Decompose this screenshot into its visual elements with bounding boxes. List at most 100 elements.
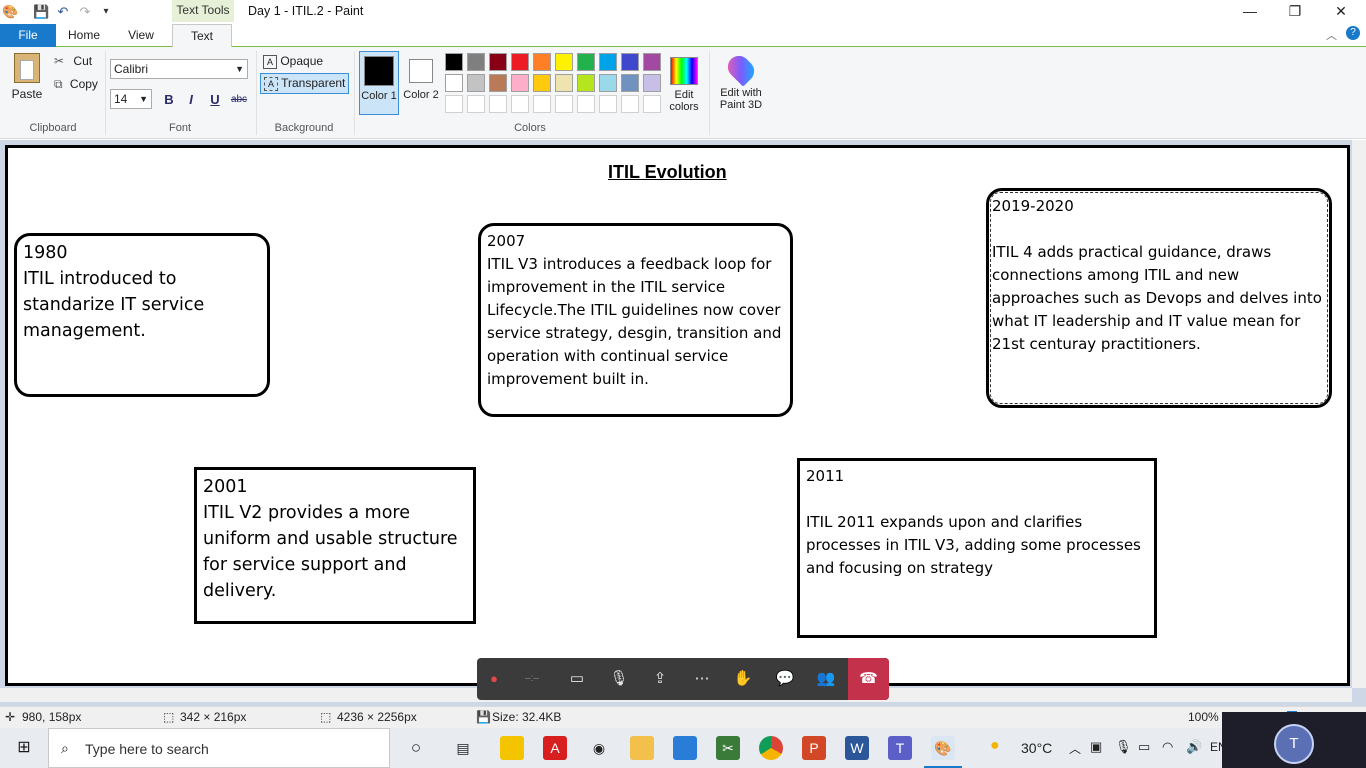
palette-swatch[interactable]: [577, 74, 595, 92]
powerpoint-icon[interactable]: P: [802, 736, 826, 760]
palette-swatch[interactable]: [599, 53, 617, 71]
more-options-icon[interactable]: ⋯: [682, 658, 722, 700]
hang-up-icon[interactable]: ☎: [848, 658, 889, 700]
palette-swatch[interactable]: [445, 74, 463, 92]
palette-swatch[interactable]: [467, 74, 485, 92]
palette-swatch[interactable]: [577, 53, 595, 71]
task-view-icon[interactable]: ▤: [451, 736, 475, 760]
help-icon[interactable]: ?: [1346, 26, 1360, 40]
wifi-icon[interactable]: ◠: [1162, 739, 1173, 755]
palette-swatch[interactable]: [555, 95, 573, 113]
ribbon: Paste ✂ Cut ⧉ Copy Clipboard Calibri ▼ 1…: [0, 47, 1366, 139]
palette-swatch[interactable]: [555, 74, 573, 92]
palette-swatch[interactable]: [467, 95, 485, 113]
edit-with-paint3d-button[interactable]: Edit with Paint 3D: [714, 51, 768, 115]
file-size: Size: 32.4KB: [492, 710, 562, 724]
palette-swatch[interactable]: [643, 95, 661, 113]
underline-button[interactable]: U: [205, 91, 225, 109]
raise-hand-icon[interactable]: ✋: [723, 658, 763, 700]
card-2001: 2001 ITIL V2 provides a more uniform and…: [194, 467, 476, 624]
tab-text[interactable]: Text: [172, 24, 232, 48]
palette-swatch[interactable]: [643, 53, 661, 71]
palette-swatch[interactable]: [599, 74, 617, 92]
weather-temp[interactable]: 30°C: [1021, 740, 1052, 756]
palette-swatch[interactable]: [533, 74, 551, 92]
bold-button[interactable]: B: [159, 91, 179, 109]
undo-icon[interactable]: ↶: [55, 4, 71, 20]
palette-swatch[interactable]: [445, 95, 463, 113]
show-hidden-icons-icon[interactable]: ︿: [1069, 740, 1081, 757]
palette-swatch[interactable]: [489, 74, 507, 92]
palette-swatch[interactable]: [621, 95, 639, 113]
file-explorer-icon[interactable]: [630, 736, 654, 760]
tab-view[interactable]: View: [114, 24, 168, 47]
color2-swatch: [409, 59, 433, 83]
strikethrough-button[interactable]: abc: [229, 91, 249, 109]
color2-button[interactable]: Color 2: [401, 51, 441, 115]
snipping-tool-icon[interactable]: ✂: [716, 736, 740, 760]
redo-icon[interactable]: ↷: [77, 4, 93, 20]
windows-start-icon[interactable]: ⊞: [12, 736, 36, 760]
taskbar-search[interactable]: ⌕ Type here to search: [48, 728, 390, 768]
word-icon[interactable]: W: [845, 736, 869, 760]
acrobat-icon[interactable]: A: [543, 736, 567, 760]
share-screen-icon[interactable]: ⇪: [640, 658, 680, 700]
meet-now-icon[interactable]: ▣: [1090, 739, 1102, 755]
palette-swatch[interactable]: [467, 53, 485, 71]
weather-icon[interactable]: ●: [990, 737, 1000, 755]
tab-home[interactable]: Home: [58, 24, 110, 47]
color1-button[interactable]: Color 1: [359, 51, 399, 115]
paste-button[interactable]: Paste: [8, 51, 46, 107]
palette-swatch[interactable]: [511, 53, 529, 71]
paint-taskbar-icon[interactable]: 🎨: [931, 736, 955, 760]
palette-swatch[interactable]: [621, 53, 639, 71]
tab-file[interactable]: File: [0, 24, 56, 47]
font-size-select[interactable]: 14 ▼: [110, 89, 152, 109]
microphone-icon[interactable]: 🎙: [1115, 739, 1132, 755]
palette-swatch[interactable]: [621, 74, 639, 92]
palette-swatch[interactable]: [577, 95, 595, 113]
text-selection-box[interactable]: [990, 192, 1328, 404]
drawing-canvas[interactable]: ITIL Evolution 1980 ITIL introduced to s…: [5, 145, 1350, 686]
paint-app-icon[interactable]: 🎨: [2, 4, 18, 20]
palette-swatch[interactable]: [511, 74, 529, 92]
media-icon[interactable]: ◉: [587, 736, 611, 760]
cortana-icon[interactable]: ○: [404, 736, 428, 760]
selection-size: 342 × 216px: [180, 710, 247, 724]
palette-swatch[interactable]: [533, 95, 551, 113]
cut-button[interactable]: ✂ Cut: [54, 54, 92, 68]
mic-off-icon[interactable]: 🎙: [599, 658, 639, 700]
palette-swatch[interactable]: [533, 53, 551, 71]
camera-off-icon[interactable]: ▭: [557, 658, 597, 700]
collapse-ribbon-icon[interactable]: ︿: [1326, 27, 1337, 43]
palette-swatch[interactable]: [489, 95, 507, 113]
chrome-icon[interactable]: [759, 736, 783, 760]
palette-swatch[interactable]: [643, 74, 661, 92]
palette-swatch[interactable]: [445, 53, 463, 71]
recording-icon[interactable]: ●: [477, 658, 511, 700]
copy-button[interactable]: ⧉ Copy: [54, 77, 98, 92]
font-family-select[interactable]: Calibri ▼: [110, 59, 248, 79]
opaque-button[interactable]: A Opaque: [263, 54, 323, 69]
transparent-button[interactable]: A Transparent: [260, 73, 350, 94]
restore-button[interactable]: ❐: [1272, 0, 1318, 22]
close-button[interactable]: ✕: [1318, 0, 1364, 22]
participants-icon[interactable]: 👥: [806, 658, 846, 700]
customize-quick-access-icon[interactable]: ▾: [98, 4, 114, 20]
palette-swatch[interactable]: [511, 95, 529, 113]
volume-icon[interactable]: 🔊: [1186, 739, 1202, 755]
battery-icon[interactable]: ▭: [1138, 739, 1150, 755]
palette-swatch[interactable]: [555, 53, 573, 71]
chat-icon[interactable]: 💬: [765, 658, 805, 700]
palette-swatch[interactable]: [599, 95, 617, 113]
palette-swatch[interactable]: [489, 53, 507, 71]
card-2019-2020[interactable]: 2019-2020 ITIL 4 adds practical guidance…: [986, 188, 1332, 408]
edit-colors-button[interactable]: Edit colors: [662, 51, 706, 115]
minimize-button[interactable]: —: [1227, 0, 1273, 22]
photos-icon[interactable]: [673, 736, 697, 760]
sticky-notes-icon[interactable]: [500, 736, 524, 760]
vertical-scrollbar[interactable]: [1352, 140, 1366, 688]
teams-icon[interactable]: T: [888, 736, 912, 760]
save-icon[interactable]: 💾: [33, 4, 49, 20]
italic-button[interactable]: I: [181, 91, 201, 109]
